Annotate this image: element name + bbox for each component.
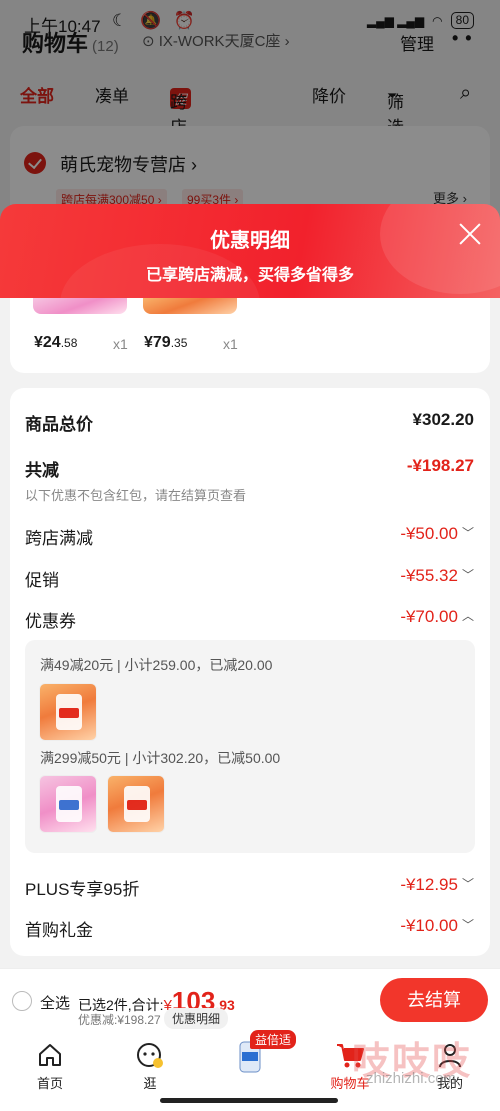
saved-amount: 优惠减:¥198.27	[78, 1013, 161, 1027]
nav-home[interactable]: 首页	[10, 1032, 90, 1092]
discount-row-label: 优惠券	[25, 612, 76, 631]
discount-row-value[interactable]: -¥50.00 ﹀	[400, 524, 474, 544]
discount-detail-button[interactable]: 优惠明细	[164, 1008, 229, 1029]
select-all-label[interactable]: 全选	[40, 992, 70, 1013]
sheet-title: 优惠明细	[210, 230, 290, 252]
chevron-up-icon: ︿	[461, 609, 474, 623]
discount-row-label: PLUS专享95折	[25, 880, 140, 899]
reduce-label: 共减	[25, 461, 59, 480]
product-qty: x1	[223, 336, 238, 352]
product-price: ¥24.58	[34, 334, 78, 351]
discount-row-value[interactable]: -¥12.95 ﹀	[400, 875, 474, 895]
close-icon[interactable]	[458, 222, 482, 246]
chevron-down-icon: ﹀	[461, 918, 474, 932]
reduce-note: 以下优惠不包含红包，请在结算页查看	[25, 488, 247, 503]
select-all-checkbox[interactable]	[12, 991, 32, 1011]
coupon-detail-box: 满49减20元 | 小计259.00，已减20.00 满299减50元 | 小计…	[25, 640, 475, 853]
checkout-button[interactable]: 去结算	[380, 978, 488, 1022]
home-indicator	[160, 1098, 338, 1103]
reduce-value: -¥198.27	[406, 456, 474, 475]
discount-row-label: 跨店满减	[25, 529, 93, 548]
nav-browse[interactable]: 逛	[110, 1032, 190, 1092]
total-label: 商品总价	[25, 415, 93, 434]
browse-icon	[110, 1038, 190, 1072]
checkout-bar: 全选 已选2件,合计:¥103.93 优惠减:¥198.27 优惠明细 去结算	[0, 968, 500, 1032]
sheet-subtitle: 已享跨店满减，买得多省得多	[145, 267, 354, 284]
watermark: zhizhizhi.com	[366, 1070, 457, 1087]
product-image	[39, 683, 97, 741]
chevron-down-icon: ﹀	[461, 526, 474, 540]
discount-row-label: 促销	[25, 571, 59, 590]
discount-row-value[interactable]: -¥70.00 ︿	[400, 607, 474, 627]
coupon-line: 满49减20元 | 小计259.00，已减20.00	[40, 657, 273, 673]
product-image	[39, 775, 97, 833]
product-thumbnail	[143, 298, 237, 314]
chevron-down-icon: ﹀	[461, 877, 474, 891]
sheet-header: 优惠明细 已享跨店满减，买得多省得多	[0, 204, 500, 298]
product-qty: x1	[113, 336, 128, 352]
product-price: ¥79.35	[144, 334, 188, 351]
chevron-down-icon: ﹀	[461, 568, 474, 582]
product-image	[107, 775, 165, 833]
home-icon	[10, 1038, 90, 1072]
coupon-line: 满299减50元 | 小计302.20，已减50.00	[40, 750, 281, 766]
nav-badge: 益倍适	[250, 1030, 297, 1049]
discount-row-value[interactable]: -¥55.32 ﹀	[400, 566, 474, 586]
total-value: ¥302.20	[412, 410, 474, 429]
discount-row-label: 首购礼金	[25, 921, 93, 940]
discount-row-value[interactable]: -¥10.00 ﹀	[400, 916, 474, 936]
product-thumbnail	[33, 298, 127, 314]
